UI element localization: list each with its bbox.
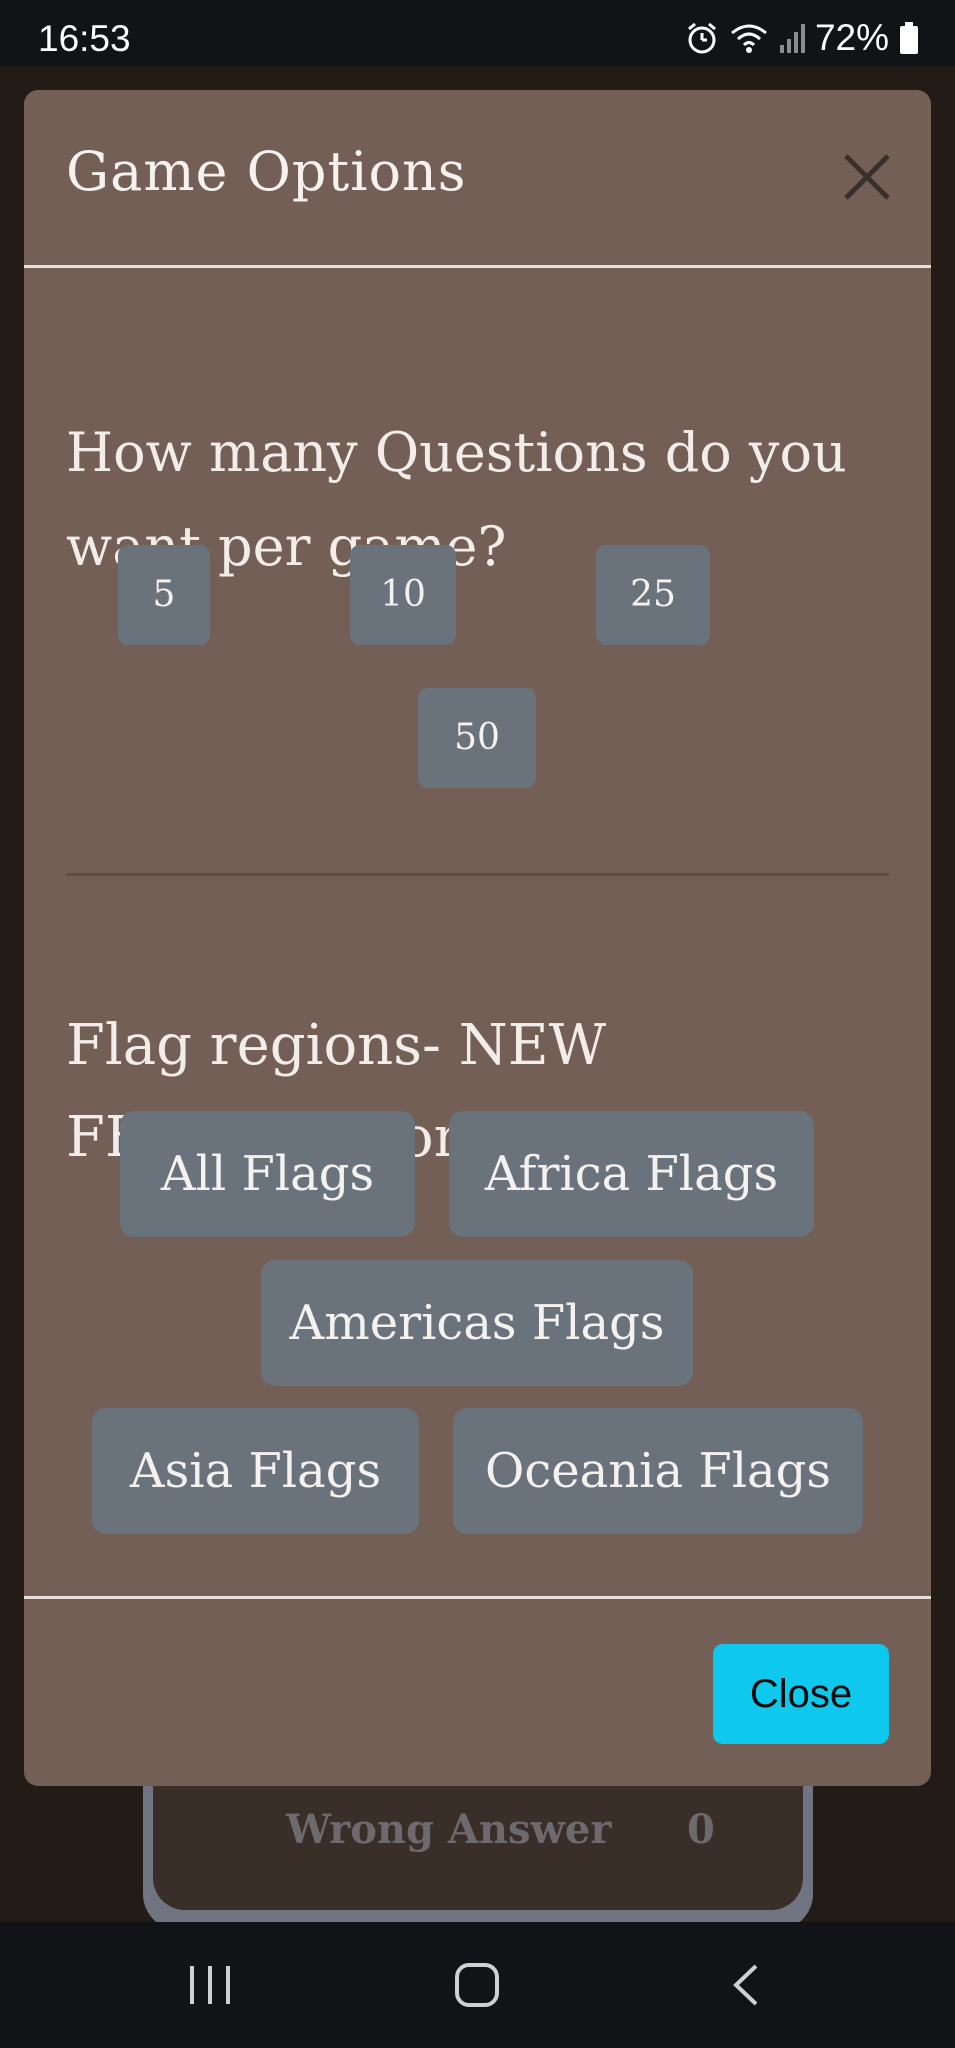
- africa-flags-button[interactable]: Africa Flags: [449, 1111, 814, 1237]
- modal-header: Game Options: [24, 90, 931, 268]
- status-icons: 72%: [685, 17, 919, 58]
- modal-footer-divider: [24, 1596, 931, 1599]
- americas-flags-button[interactable]: Americas Flags: [261, 1260, 693, 1386]
- all-flags-button[interactable]: All Flags: [120, 1111, 415, 1237]
- oceania-flags-button[interactable]: Oceania Flags: [453, 1408, 863, 1534]
- wrong-answer-value: 0: [687, 1806, 715, 1853]
- questions-50-button[interactable]: 50: [418, 688, 536, 788]
- home-icon[interactable]: [454, 1962, 500, 2008]
- recent-apps-icon[interactable]: [188, 1962, 232, 2008]
- navigation-bar: [0, 1922, 955, 2048]
- modal-title: Game Options: [66, 140, 467, 203]
- close-icon[interactable]: [842, 152, 892, 202]
- back-icon[interactable]: [728, 1962, 762, 2008]
- wrong-answer-label: Wrong Answer: [286, 1806, 612, 1853]
- alarm-icon: [687, 22, 716, 54]
- status-bar: 16:53 72%: [0, 0, 955, 66]
- battery-percent: 72%: [814, 17, 889, 58]
- section-divider: [66, 873, 889, 876]
- wrong-answer-row: Wrong Answer 0: [143, 1806, 813, 1866]
- questions-5-button[interactable]: 5: [118, 545, 210, 645]
- questions-10-button[interactable]: 10: [350, 545, 456, 645]
- signal-icon: [779, 24, 805, 53]
- questions-25-button[interactable]: 25: [596, 545, 710, 645]
- close-button[interactable]: Close: [713, 1644, 889, 1744]
- asia-flags-button[interactable]: Asia Flags: [92, 1408, 419, 1534]
- wifi-icon: [730, 24, 767, 53]
- status-time: 16:53: [38, 18, 131, 59]
- battery-icon: [900, 22, 918, 54]
- game-options-modal: Game Options How many Questions do you w…: [24, 90, 931, 1786]
